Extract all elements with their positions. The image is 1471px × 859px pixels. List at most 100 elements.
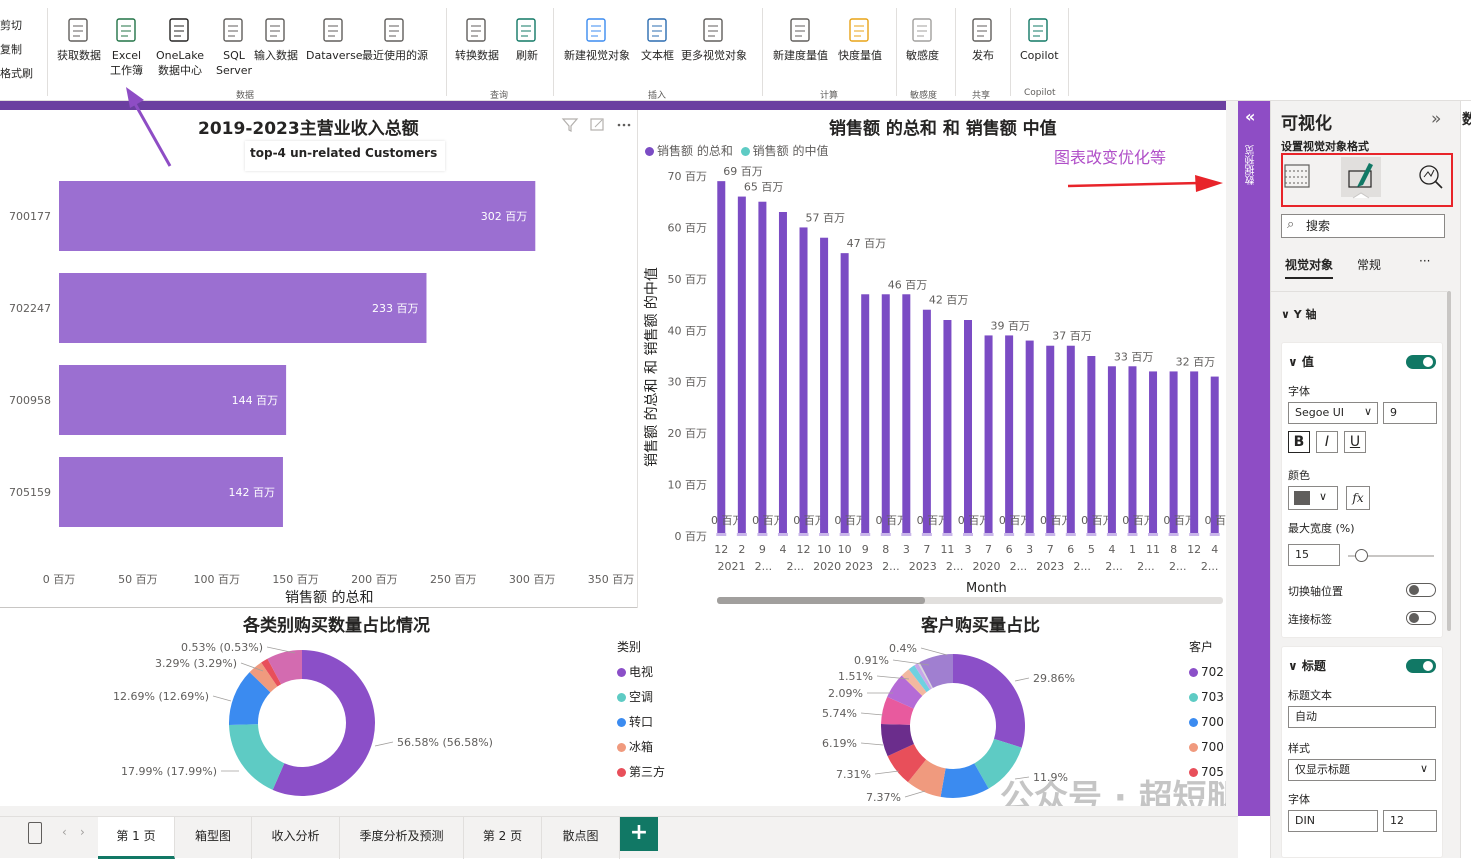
panel-scrollbar[interactable] (1447, 291, 1451, 631)
column-bar[interactable] (922, 309, 931, 536)
next-page-icon[interactable]: › (80, 825, 85, 839)
title-toggle[interactable] (1406, 659, 1436, 673)
mobile-layout-icon[interactable] (28, 822, 42, 844)
publish-button[interactable]: 发布 (968, 16, 998, 63)
column-bar[interactable] (1107, 366, 1116, 536)
legend-item[interactable]: 电视 (617, 660, 665, 685)
enter-data-button[interactable]: 输入数据 (254, 16, 298, 63)
font-size-stepper[interactable]: 9 (1383, 402, 1437, 424)
median-bar[interactable] (839, 533, 850, 536)
new-visual-button[interactable]: 新建视觉对象 (564, 16, 630, 63)
sql-button[interactable]: SQL Server (216, 16, 252, 78)
search-input[interactable]: 搜索 (1281, 214, 1445, 238)
cut-button[interactable]: 剪切 (0, 14, 33, 38)
expand-chevron-icon[interactable]: » (1431, 109, 1441, 129)
slider-knob[interactable] (1354, 549, 1368, 562)
column-bar[interactable] (1046, 345, 1055, 536)
median-bar[interactable] (983, 533, 994, 536)
column-bar[interactable] (943, 320, 952, 536)
median-bar[interactable] (901, 533, 912, 536)
legend-item[interactable]: 700 (1189, 710, 1227, 735)
title-text-input[interactable]: 自动 (1288, 706, 1436, 728)
column-bar[interactable] (1128, 366, 1137, 536)
median-bar[interactable] (1127, 533, 1138, 536)
legend-item[interactable]: 第三方 (617, 760, 665, 785)
legend-item[interactable]: 冰箱 (617, 735, 665, 760)
value-section-header[interactable]: ∨ 值 (1288, 353, 1314, 370)
tab-visual[interactable]: 视觉对象 (1285, 256, 1334, 279)
copilot-button[interactable]: Copilot (1020, 16, 1059, 63)
vertical-scrollbar[interactable] (1226, 101, 1238, 816)
category-donut-card[interactable]: 各类别购买数量占比情况 0.53% (0.53%) 3.29% (3.29%) 12… (0, 610, 700, 806)
bar[interactable] (59, 181, 536, 251)
tab-general[interactable]: 常规 (1357, 256, 1381, 273)
median-bar[interactable] (860, 533, 871, 536)
more-options-icon[interactable]: ··· (1419, 254, 1430, 268)
more-options-icon[interactable] (617, 123, 631, 127)
prev-page-icon[interactable]: ‹ (62, 825, 67, 839)
median-bar[interactable] (1168, 533, 1179, 536)
median-bar[interactable] (1045, 533, 1056, 536)
underline-button[interactable]: U (1344, 431, 1366, 453)
sensitivity-button[interactable]: 敏感度 (906, 16, 939, 63)
more-visuals-button[interactable]: 更多视觉对象 (681, 16, 747, 63)
collapse-chevron-icon[interactable]: « (1245, 107, 1255, 126)
onelake-button[interactable]: OneLake 数据中心 (156, 16, 204, 78)
median-bar[interactable] (736, 533, 747, 536)
column-bar[interactable] (1210, 376, 1219, 536)
y-axis-section-header[interactable]: ∨ Y 轴 (1281, 306, 1317, 322)
median-bar[interactable] (921, 533, 932, 536)
column-bar[interactable] (1169, 371, 1178, 536)
median-bar[interactable] (757, 533, 768, 536)
column-bar[interactable] (1087, 356, 1096, 536)
format-painter-button[interactable]: 格式刷 (0, 62, 33, 86)
build-visual-icon[interactable] (1284, 164, 1310, 188)
legend-item[interactable]: 700 (1189, 735, 1227, 760)
median-bar[interactable] (1148, 533, 1159, 536)
filter-icon[interactable] (561, 118, 579, 132)
median-bar[interactable] (1106, 533, 1117, 536)
excel-button[interactable]: Excel 工作簿 (110, 16, 143, 78)
column-bar[interactable] (717, 181, 726, 536)
column-bar[interactable] (758, 201, 767, 536)
legend-item[interactable]: 703 (1189, 685, 1227, 710)
new-measure-button[interactable]: 新建度量值 (773, 16, 828, 63)
textbox-button[interactable]: 文本框 (641, 16, 674, 63)
median-bar[interactable] (1065, 533, 1076, 536)
median-bar[interactable] (1024, 533, 1035, 536)
column-bar[interactable] (778, 212, 787, 536)
focus-mode-icon[interactable] (590, 118, 604, 131)
color-picker[interactable]: ∨ (1288, 486, 1338, 510)
median-bar[interactable] (798, 533, 809, 536)
page-tab[interactable]: 第 2 页 (464, 817, 542, 859)
median-bar[interactable] (1086, 533, 1097, 536)
column-bar[interactable] (1066, 345, 1075, 536)
data-pane-strip[interactable]: 数 (1460, 101, 1471, 858)
column-bar[interactable] (902, 294, 911, 536)
italic-button[interactable]: I (1316, 431, 1338, 453)
column-bar[interactable] (840, 253, 849, 536)
column-bar[interactable] (964, 320, 972, 536)
legend-item[interactable]: 转口 (617, 710, 665, 735)
column-bar[interactable] (1005, 335, 1014, 536)
max-width-stepper[interactable]: 15 (1288, 544, 1340, 566)
column-bar[interactable] (737, 196, 746, 537)
page-tab[interactable]: 季度分析及预测 (340, 817, 464, 859)
font2-family-dropdown[interactable]: DIN (1288, 810, 1378, 832)
column-bar[interactable] (799, 227, 808, 536)
page-tab[interactable]: 收入分析 (252, 817, 340, 859)
analytics-icon[interactable] (1419, 165, 1443, 189)
column-bar[interactable] (1025, 340, 1034, 536)
column-bar[interactable] (984, 335, 993, 536)
get-data-button[interactable]: 获取数据 (57, 16, 101, 63)
page-tab[interactable]: 箱型图 (175, 817, 252, 859)
legend-item[interactable]: 空调 (617, 685, 665, 710)
median-bar[interactable] (880, 533, 891, 536)
refresh-button[interactable]: 刷新 (512, 16, 542, 63)
page-tab[interactable]: 第 1 页 (98, 817, 175, 859)
concat-labels-toggle[interactable] (1406, 611, 1436, 625)
column-bar[interactable] (1149, 371, 1158, 536)
column-bar[interactable] (881, 294, 890, 536)
median-bar[interactable] (1189, 533, 1200, 536)
horizontal-scrollbar[interactable] (717, 597, 1223, 604)
